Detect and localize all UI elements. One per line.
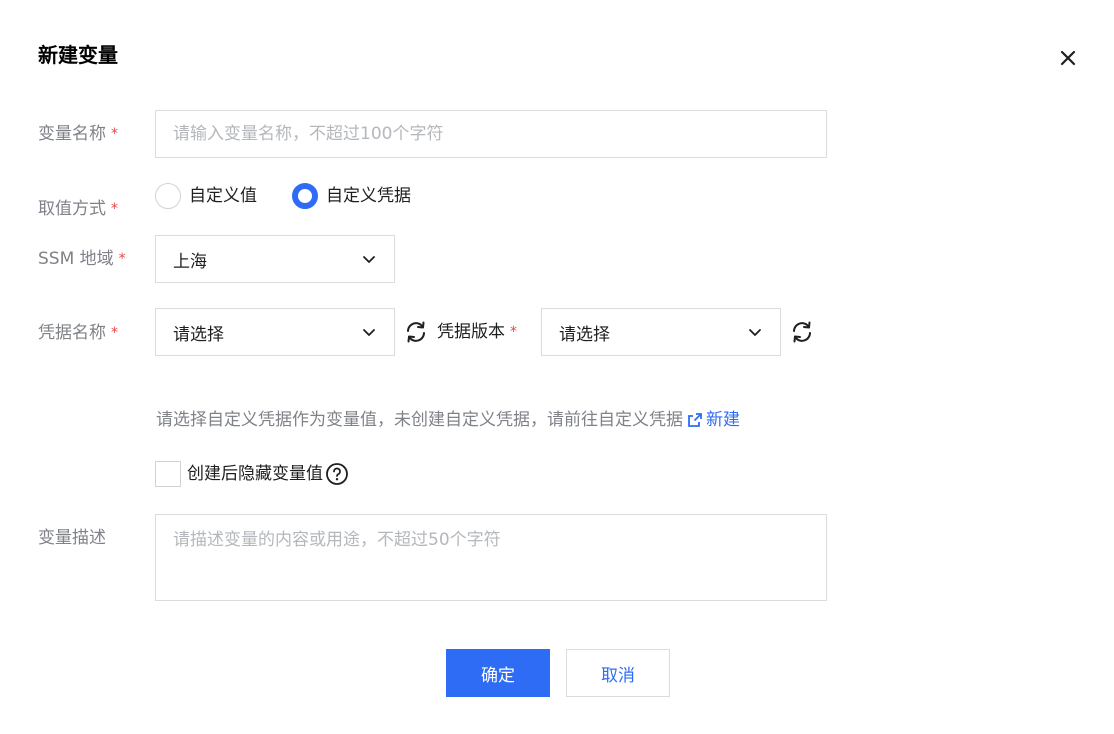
credential-hint: 请选择自定义凭据作为变量值，未创建自定义凭据，请前往自定义凭据 新建 (156, 408, 740, 432)
credential-version-label: 凭据版本 * (437, 322, 517, 342)
create-credential-link-label: 新建 (706, 410, 740, 430)
dialog-title: 新建变量 (38, 43, 118, 67)
variable-name-label: 变量名称 * (38, 124, 118, 144)
variable-description-label: 变量描述 (38, 528, 106, 548)
required-mark: * (111, 126, 118, 142)
credential-name-select[interactable]: 请选择 (155, 308, 395, 356)
refresh-credential-icon[interactable] (403, 319, 429, 345)
credential-name-value: 请选择 (173, 324, 224, 345)
ssm-region-select[interactable]: 上海 (155, 235, 395, 283)
hide-value-row: 创建后隐藏变量值 (155, 461, 349, 487)
hide-value-label: 创建后隐藏变量值 (187, 464, 323, 484)
required-mark: * (510, 324, 517, 340)
radio-custom-credential-label: 自定义凭据 (326, 186, 411, 206)
external-link-icon (688, 413, 702, 427)
ssm-region-value: 上海 (173, 251, 207, 272)
ssm-region-label: SSM 地域 * (38, 249, 126, 269)
variable-name-input[interactable] (155, 110, 827, 158)
credential-version-value: 请选择 (559, 324, 610, 345)
create-credential-link[interactable]: 新建 (687, 408, 740, 432)
required-mark: * (111, 201, 118, 217)
value-mode-label: 取值方式 * (38, 199, 118, 219)
required-mark: * (118, 251, 126, 267)
credential-version-select[interactable]: 请选择 (541, 308, 781, 356)
credential-name-label: 凭据名称 * (38, 323, 118, 343)
credential-hint-text: 请选择自定义凭据作为变量值，未创建自定义凭据，请前往自定义凭据 (156, 410, 683, 430)
close-icon[interactable] (1054, 44, 1082, 72)
radio-custom-value[interactable]: 自定义值 (155, 183, 257, 209)
refresh-version-icon[interactable] (789, 319, 815, 345)
new-variable-dialog: 新建变量 变量名称* 取值方式* 自定义值 自定义凭据 SSM 地域* 上海 凭… (0, 0, 1114, 734)
chevron-down-icon (749, 329, 761, 336)
variable-description-textarea[interactable] (155, 514, 827, 601)
radio-custom-value-label: 自定义值 (189, 186, 257, 206)
required-mark: * (111, 325, 118, 341)
radio-custom-credential[interactable]: 自定义凭据 (292, 183, 411, 209)
confirm-button[interactable]: 确定 (446, 649, 550, 697)
radio-checked-icon (292, 183, 318, 209)
chevron-down-icon (363, 256, 375, 263)
radio-unchecked-icon (155, 183, 181, 209)
help-circle-icon[interactable] (325, 462, 349, 486)
cancel-button[interactable]: 取消 (566, 649, 670, 697)
chevron-down-icon (363, 329, 375, 336)
hide-value-checkbox[interactable] (155, 461, 181, 487)
